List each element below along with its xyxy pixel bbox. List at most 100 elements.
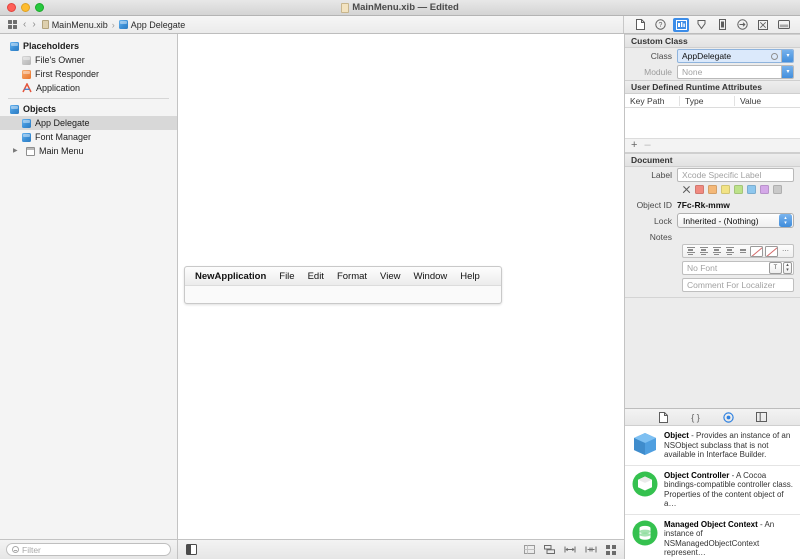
outline-item-placeholders[interactable]: Placeholders [0, 39, 177, 53]
swatch-green[interactable] [734, 185, 743, 194]
object-id-value-wrap: 7Fc-Rk-mmw [677, 200, 794, 210]
application-icon [22, 83, 32, 93]
remove-attribute-button[interactable]: – [644, 140, 650, 151]
outline-filter-field[interactable]: Filter [6, 543, 171, 556]
embed-icon[interactable] [544, 545, 555, 554]
library-item-title: Managed Object Context [664, 520, 758, 529]
document-outline-toggle-icon[interactable] [186, 544, 197, 555]
outline-item-objects[interactable]: Objects [0, 102, 177, 116]
table-body-empty[interactable] [625, 108, 800, 138]
outline-item-label: Main Menu [39, 146, 84, 156]
add-attribute-button[interactable]: + [631, 140, 637, 151]
object-controller-icon [632, 471, 658, 497]
outline-item-first-responder[interactable]: First Responder [0, 67, 177, 81]
cube-orange-icon [22, 70, 31, 79]
object-library-icon[interactable] [723, 412, 734, 423]
outline-item-application[interactable]: Application [0, 81, 177, 95]
text-color-button[interactable] [750, 246, 763, 257]
bindings-inspector-icon[interactable] [755, 18, 771, 32]
outline-item-font-manager[interactable]: Font Manager [0, 130, 177, 144]
align-justify-button[interactable] [724, 246, 735, 257]
class-combo[interactable]: AppDelegate ▾ [677, 49, 794, 63]
list-style-button[interactable] [737, 246, 748, 257]
file-inspector-icon[interactable] [632, 18, 648, 32]
file-template-library-icon[interactable] [659, 412, 668, 423]
table-header-row: Key Path Type Value [625, 94, 800, 108]
main-menu-object[interactable]: NewApplication File Edit Format View Win… [184, 266, 502, 304]
breadcrumb-item-object[interactable]: App Delegate [119, 20, 186, 30]
object-cube-icon [22, 119, 31, 128]
lock-popup-button[interactable]: Inherited - (Nothing) ▴▾ [677, 213, 794, 228]
forward-button[interactable]: › [32, 20, 35, 30]
library-item-managed-object-context[interactable]: Managed Object Context - An instance of … [625, 515, 800, 559]
no-color-icon[interactable] [682, 185, 691, 194]
class-field-wrap: AppDelegate ▾ [677, 49, 794, 63]
code-snippet-library-icon[interactable]: { } [690, 412, 701, 423]
swatch-red[interactable] [695, 185, 704, 194]
menu-item-file[interactable]: File [279, 271, 294, 282]
outline-navigator: Placeholders File's Owner First Responde… [0, 34, 178, 559]
object-cube-icon [632, 431, 658, 457]
menu-item-format[interactable]: Format [337, 271, 367, 282]
menu-item-help[interactable]: Help [460, 271, 480, 282]
label-field[interactable]: Xcode Specific Label [677, 168, 794, 182]
notes-font-field[interactable]: No Font T ▴▾ [682, 261, 794, 275]
align-center-button[interactable] [698, 246, 709, 257]
align-icon[interactable] [564, 545, 576, 554]
label-row: Label Xcode Specific Label [625, 167, 800, 183]
lock-value: Inherited - (Nothing) [683, 216, 779, 226]
attributes-inspector-icon[interactable] [694, 18, 710, 32]
library-grid-icon[interactable] [606, 545, 616, 555]
chevron-down-icon[interactable]: ▾ [781, 49, 794, 63]
more-options-button[interactable]: ⋯ [780, 246, 791, 257]
resolve-icon[interactable] [585, 545, 597, 554]
align-left-button[interactable] [685, 246, 696, 257]
library-item-title: Object Controller [664, 471, 729, 480]
runtime-attributes-header: User Defined Runtime Attributes [625, 80, 800, 94]
chevron-right-icon[interactable]: ▶ [13, 148, 20, 154]
menu-item-edit[interactable]: Edit [308, 271, 324, 282]
connections-inspector-icon[interactable] [735, 18, 751, 32]
outline-item-label: Application [36, 83, 80, 93]
related-items-icon[interactable] [8, 20, 17, 29]
outline-item-main-menu[interactable]: ▶ Main Menu [0, 144, 177, 158]
chevron-down-icon[interactable]: ▾ [781, 65, 794, 79]
swatch-blue[interactable] [747, 185, 756, 194]
swatch-yellow[interactable] [721, 185, 730, 194]
breadcrumb-item-file[interactable]: MainMenu.xib [42, 20, 108, 30]
canvas[interactable]: NewApplication File Edit Format View Win… [178, 34, 624, 539]
object-cube-icon [10, 105, 19, 114]
swatch-purple[interactable] [760, 185, 769, 194]
label-color-swatches [625, 183, 800, 197]
back-button[interactable]: ‹ [23, 20, 26, 30]
menu-item-view[interactable]: View [380, 271, 400, 282]
outline-item-files-owner[interactable]: File's Owner [0, 53, 177, 67]
menu-icon [26, 147, 35, 156]
swatch-orange[interactable] [708, 185, 717, 194]
notes-row: Notes [625, 229, 800, 244]
object-id-row: Object ID 7Fc-Rk-mmw [625, 197, 800, 212]
swatch-gray[interactable] [773, 185, 782, 194]
menu-item-window[interactable]: Window [413, 271, 447, 282]
view-effects-inspector-icon[interactable] [776, 18, 792, 32]
identity-inspector-icon[interactable] [673, 18, 689, 32]
quick-help-inspector-icon[interactable]: ? [653, 18, 669, 32]
size-inspector-icon[interactable] [714, 18, 730, 32]
constraints-icon[interactable] [524, 545, 535, 554]
clear-icon[interactable] [771, 53, 778, 60]
class-label: Class [625, 51, 677, 61]
module-combo[interactable]: None ▾ [677, 65, 794, 79]
outline-item-app-delegate[interactable]: App Delegate [0, 116, 177, 130]
menu-bar: NewApplication File Edit Format View Win… [185, 267, 501, 286]
library-object-list[interactable]: Object - Provides an instance of an NSOb… [625, 426, 800, 559]
font-stepper[interactable]: ▴▾ [783, 262, 792, 274]
background-color-button[interactable] [765, 246, 778, 257]
menu-item-app[interactable]: NewApplication [195, 271, 266, 282]
library-item-object-controller[interactable]: Object Controller - A Cocoa bindings-com… [625, 466, 800, 515]
media-library-icon[interactable] [756, 412, 767, 422]
lock-row: Lock Inherited - (Nothing) ▴▾ [625, 212, 800, 229]
align-right-button[interactable] [711, 246, 722, 257]
localizer-comment-field[interactable]: Comment For Localizer [682, 278, 794, 292]
library-item-object[interactable]: Object - Provides an instance of an NSOb… [625, 426, 800, 466]
font-panel-icon[interactable]: T [769, 262, 782, 274]
